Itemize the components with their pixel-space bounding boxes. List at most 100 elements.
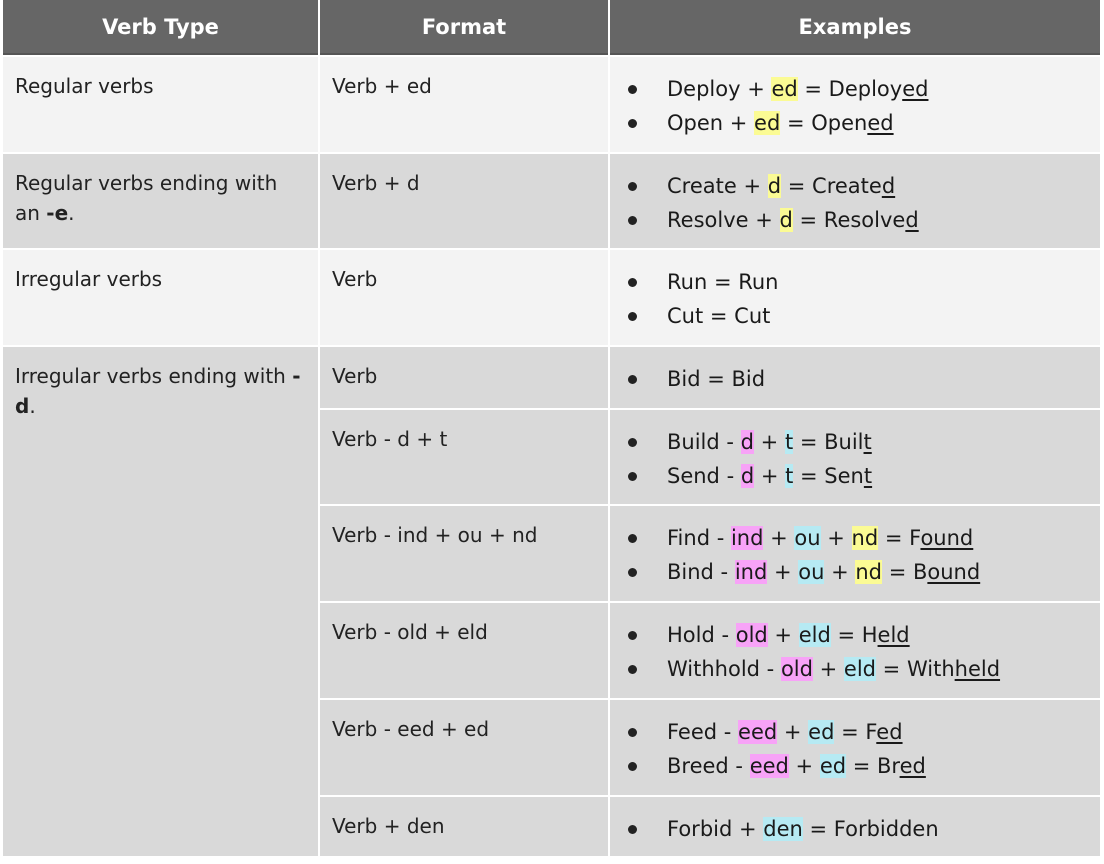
underlined-suffix: ed — [902, 77, 929, 101]
example-text: Create + d = Created — [667, 169, 895, 203]
highlight-cyan: eld — [843, 657, 876, 681]
example-text: Find - ind + ou + nd = Found — [667, 521, 973, 555]
example-text: Cut = Cut — [667, 299, 770, 333]
examples-list: Run = Run Cut = Cut — [622, 265, 1088, 333]
examples-cell: Create + d = Created Resolve + d = Resolv… — [610, 154, 1100, 248]
highlight-cyan: ou — [798, 560, 825, 584]
bullet-icon — [628, 311, 637, 321]
example-segment: + — [763, 526, 795, 550]
example-segment: Deploy + — [667, 77, 772, 101]
example-text: Run = Run — [667, 265, 778, 299]
example-item: Bid = Bid — [622, 362, 1088, 396]
underlined-suffix: d — [905, 208, 919, 232]
example-segment: Find - — [667, 526, 731, 550]
underlined-suffix: ed — [899, 754, 926, 778]
highlight-yellow: nd — [855, 560, 883, 584]
examples-cell: Hold - old + eld = Held Withhold - old + … — [610, 603, 1100, 698]
example-text: Hold - old + eld = Held — [667, 618, 910, 652]
examples-cell: Bid = Bid — [610, 347, 1100, 408]
highlight-yellow: d — [779, 208, 793, 232]
example-item: Forbid + den = Forbidden — [622, 812, 1088, 846]
verb-type-text: Irregular verbs ending with — [15, 364, 293, 388]
example-item: Deploy + ed = Deployed — [622, 72, 1088, 106]
verb-type-text: Regular verbs — [15, 74, 154, 98]
example-segment: = B — [882, 560, 928, 584]
bullet-icon — [628, 824, 637, 834]
highlight-yellow: ed — [754, 111, 781, 135]
bullet-icon — [628, 761, 637, 771]
format-cell: Verb — [320, 250, 608, 345]
example-item: Feed - eed + ed = Fed — [622, 715, 1088, 749]
example-segment: Withhold - — [667, 657, 781, 681]
example-segment: = H — [830, 623, 878, 647]
example-segment: Build - — [667, 430, 741, 454]
example-text: Withhold - old + eld = Withheld — [667, 652, 1000, 686]
example-segment: = Buil — [793, 430, 864, 454]
header-examples: Examples — [610, 0, 1100, 55]
bullet-icon — [628, 215, 637, 225]
header-verb-type: Verb Type — [3, 0, 318, 55]
format-cell: Verb + ed — [320, 57, 608, 152]
example-segment: + — [777, 720, 809, 744]
example-text: Deploy + ed = Deployed — [667, 72, 928, 106]
bullet-icon — [628, 727, 637, 737]
example-segment: + — [767, 560, 799, 584]
example-segment: = Forbidden — [802, 817, 939, 841]
highlight-pink: old — [735, 623, 768, 647]
example-segment: Forbid + — [667, 817, 764, 841]
highlight-cyan: ed — [819, 754, 847, 778]
example-text: Resolve + d = Resolved — [667, 203, 919, 237]
highlight-cyan: ed — [808, 720, 835, 744]
example-text: Bind - ind + ou + nd = Bound — [667, 555, 980, 589]
example-item: Hold - old + eld = Held — [622, 618, 1088, 652]
header-format: Format — [320, 0, 608, 55]
example-segment: + — [788, 754, 820, 778]
example-segment: = Open — [780, 111, 868, 135]
bullet-icon — [628, 567, 637, 577]
highlight-pink: ind — [730, 526, 764, 550]
example-text: Build - d + t = Built — [667, 425, 872, 459]
example-segment: Breed - — [667, 754, 750, 778]
example-segment: + — [820, 526, 852, 550]
example-segment: + — [754, 464, 786, 488]
example-segment: + — [754, 430, 785, 454]
example-segment: Feed - — [667, 720, 739, 744]
examples-list: Create + d = Created Resolve + d = Resolv… — [622, 169, 1088, 237]
highlight-cyan: eld — [798, 623, 831, 647]
bullet-icon — [628, 533, 637, 543]
example-segment: Cut = Cut — [667, 304, 771, 328]
example-segment: + — [767, 623, 799, 647]
bullet-icon — [628, 630, 637, 640]
examples-list: Build - d + t = Built Send - d + t = Sent — [622, 425, 1088, 493]
example-segment: = Sen — [793, 464, 864, 488]
format-cell: Verb + d — [320, 154, 608, 248]
examples-cell: Run = Run Cut = Cut — [610, 250, 1100, 345]
format-cell: Verb - d + t — [320, 410, 608, 504]
highlight-pink: eed — [738, 720, 778, 744]
highlight-yellow: ed — [771, 77, 798, 101]
example-segment: Hold - — [667, 623, 736, 647]
example-segment: Resolve + — [667, 208, 780, 232]
example-text: Breed - eed + ed = Bred — [667, 749, 926, 783]
example-text: Feed - eed + ed = Fed — [667, 715, 903, 749]
bullet-icon — [628, 437, 637, 447]
bullet-icon — [628, 277, 637, 287]
examples-list: Deploy + ed = Deployed Open + ed = Opened — [622, 72, 1088, 140]
bullet-icon — [628, 471, 637, 481]
example-text: Forbid + den = Forbidden — [667, 812, 939, 846]
highlight-cyan: den — [763, 817, 803, 841]
underlined-suffix: ound — [920, 526, 974, 550]
verb-type-cell: Irregular verbs — [3, 250, 318, 345]
example-item: Cut = Cut — [622, 299, 1088, 333]
example-item: Find - ind + ou + nd = Found — [622, 521, 1088, 555]
example-item: Open + ed = Opened — [622, 106, 1088, 140]
examples-list: Feed - eed + ed = Fed Breed - eed + ed = … — [622, 715, 1088, 783]
format-cell: Verb - ind + ou + nd — [320, 506, 608, 601]
example-item: Resolve + d = Resolved — [622, 203, 1088, 237]
example-text: Bid = Bid — [667, 362, 765, 396]
example-segment: = With — [876, 657, 955, 681]
example-item: Create + d = Created — [622, 169, 1088, 203]
examples-cell: Forbid + den = Forbidden — [610, 797, 1100, 856]
bullet-icon — [628, 181, 637, 191]
examples-list: Find - ind + ou + nd = Found Bind - ind +… — [622, 521, 1088, 589]
